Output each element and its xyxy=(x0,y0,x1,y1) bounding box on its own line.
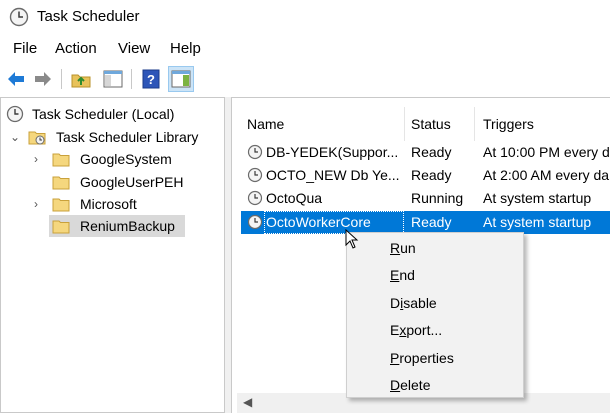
task-status: Ready xyxy=(411,167,452,183)
toolbar: ? xyxy=(0,63,610,95)
chevron-down-icon[interactable]: ⌄ xyxy=(10,126,20,148)
task-trigger: At system startup xyxy=(483,190,592,206)
chevron-right-icon[interactable]: › xyxy=(34,193,38,215)
scroll-left-icon[interactable]: ◀ xyxy=(243,395,252,409)
task-status: Running xyxy=(411,190,464,206)
column-divider[interactable] xyxy=(474,107,475,141)
tree-item-label: Microsoft xyxy=(80,196,137,212)
task-name: DB-YEDEK(Suppor... xyxy=(266,144,399,160)
context-menu-properties[interactable]: Properties xyxy=(390,350,454,366)
column-header-name[interactable]: Name xyxy=(247,107,284,141)
tree-item-microsoft[interactable]: › Microsoft xyxy=(30,193,190,215)
tree-item-googleuserpeh[interactable]: GoogleUserPEH xyxy=(30,171,190,193)
task-clock-icon xyxy=(247,214,263,230)
context-menu-disable[interactable]: Disable xyxy=(390,295,437,311)
task-trigger: At system startup xyxy=(483,214,592,230)
forward-arrow-icon[interactable] xyxy=(32,68,54,90)
task-name: OctoWorkerCore xyxy=(266,214,371,230)
title-bar: Task Scheduler xyxy=(0,0,610,34)
folder-icon xyxy=(52,220,70,234)
menu-help[interactable]: Help xyxy=(170,40,201,57)
menu-view[interactable]: View xyxy=(118,40,150,57)
task-status: Ready xyxy=(411,214,452,230)
tree-root-label: Task Scheduler (Local) xyxy=(32,106,175,122)
clock-icon xyxy=(9,7,29,27)
toolbar-separator xyxy=(131,69,132,89)
column-divider[interactable] xyxy=(404,107,405,141)
menu-file[interactable]: File xyxy=(13,40,37,57)
show-hide-console-tree-icon[interactable] xyxy=(102,68,124,90)
chevron-right-icon[interactable]: › xyxy=(34,148,38,170)
task-clock-icon xyxy=(247,144,263,160)
column-header-status[interactable]: Status xyxy=(411,107,451,141)
task-clock-icon xyxy=(247,190,263,206)
folder-clock-icon xyxy=(28,131,46,145)
folder-icon xyxy=(52,176,70,190)
task-trigger: At 10:00 PM every d xyxy=(483,144,610,160)
toolbar-separator xyxy=(61,69,62,89)
table-row[interactable]: DB-YEDEK(Suppor... Ready At 10:00 PM eve… xyxy=(241,141,610,164)
column-header-triggers[interactable]: Triggers xyxy=(483,107,534,141)
context-menu-end[interactable]: End xyxy=(390,267,415,283)
context-menu: Run End Disable Export... Properties Del… xyxy=(346,232,524,398)
folder-icon xyxy=(52,198,70,212)
tree-item-reniumbackup[interactable]: ReniumBackup xyxy=(49,215,185,237)
show-hide-action-pane-icon[interactable] xyxy=(170,68,192,90)
tree-item-label: GoogleSystem xyxy=(80,151,172,167)
table-row[interactable]: OCTO_NEW Db Ye... Ready At 2:00 AM every… xyxy=(241,164,610,187)
folder-up-icon[interactable] xyxy=(70,68,92,90)
task-name: OCTO_NEW Db Ye... xyxy=(266,167,400,183)
menu-action[interactable]: Action xyxy=(55,40,97,57)
window-title: Task Scheduler xyxy=(37,8,140,25)
table-row-selected[interactable]: OctoWorkerCore Ready At system startup xyxy=(241,211,610,234)
context-menu-delete[interactable]: Delete xyxy=(390,377,430,393)
svg-text:?: ? xyxy=(147,72,155,87)
tree-item-googlesystem[interactable]: › GoogleSystem xyxy=(30,148,190,170)
clock-icon xyxy=(6,105,24,123)
context-menu-run[interactable]: Run xyxy=(390,240,416,256)
help-icon[interactable]: ? xyxy=(140,68,162,90)
tree-library[interactable]: ⌄ Task Scheduler Library xyxy=(6,126,221,148)
mouse-cursor-icon xyxy=(345,229,359,249)
tree-item-label: ReniumBackup xyxy=(80,218,175,234)
context-menu-export[interactable]: Export... xyxy=(390,322,442,338)
back-arrow-icon[interactable] xyxy=(5,68,27,90)
tree-root[interactable]: Task Scheduler (Local) xyxy=(6,103,221,125)
task-name: OctoQua xyxy=(266,190,323,206)
tree-library-label: Task Scheduler Library xyxy=(56,129,199,145)
table-row[interactable]: OctoQua Running At system startup xyxy=(241,187,610,210)
task-status: Ready xyxy=(411,144,452,160)
tree-item-label: GoogleUserPEH xyxy=(80,174,184,190)
task-clock-icon xyxy=(247,167,263,183)
folder-icon xyxy=(52,153,70,167)
task-trigger: At 2:00 AM every da xyxy=(483,167,610,183)
